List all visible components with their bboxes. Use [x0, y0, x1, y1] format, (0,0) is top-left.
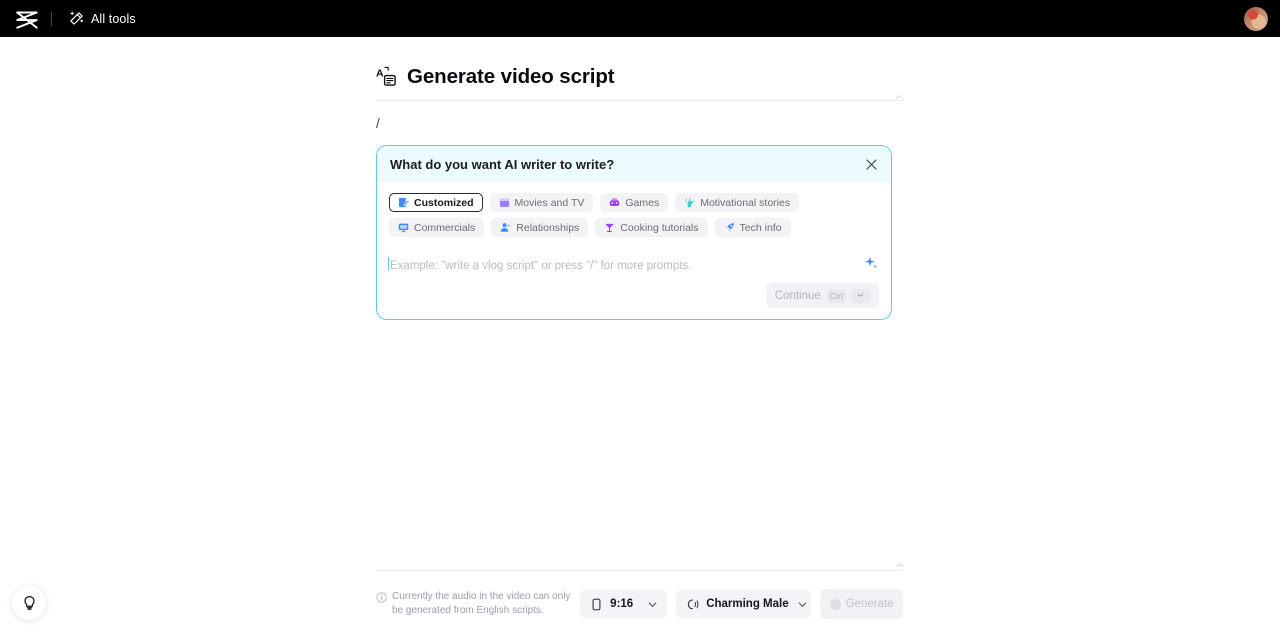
generate-label: Generate	[845, 598, 894, 610]
editor-typed-text[interactable]: /	[376, 115, 380, 133]
generate-button[interactable]: Generate	[820, 589, 903, 619]
english-audio-notice: Currently the audio in the video can onl…	[376, 590, 571, 618]
avatar[interactable]	[1244, 6, 1268, 31]
footer-divider	[376, 570, 903, 571]
chip-movies-and-tv[interactable]: Movies and TV	[489, 193, 594, 212]
chip-label: Customized	[414, 196, 474, 209]
voice-wave-icon	[686, 598, 699, 611]
gamepad-icon	[609, 197, 620, 208]
continue-button[interactable]: Continue Ctrl ↵	[765, 283, 879, 308]
phone-portrait-icon	[590, 598, 603, 611]
top-bar: All tools	[0, 0, 1280, 37]
page-title-text: Generate video script	[407, 64, 615, 88]
person-icon	[500, 222, 511, 233]
prompt-input-row: Example: "write a vlog script" or press …	[377, 247, 891, 274]
lightbulb-icon	[21, 595, 38, 612]
all-tools-button[interactable]: All tools	[69, 11, 136, 26]
topbar-divider	[51, 11, 52, 26]
capcut-logo-icon[interactable]	[14, 6, 40, 32]
rocket-icon	[724, 222, 735, 233]
chip-relationships[interactable]: Relationships	[491, 218, 589, 237]
edit-document-icon	[398, 197, 409, 208]
voice-select[interactable]: Charming Male	[676, 589, 812, 619]
footer-resize-marker	[895, 562, 904, 571]
prompt-panel-heading: What do you want AI writer to write?	[390, 156, 615, 172]
footer-bar: Currently the audio in the video can onl…	[376, 582, 903, 626]
text-caret	[388, 257, 389, 270]
chip-cooking-tutorials[interactable]: Cooking tutorials	[595, 218, 708, 237]
editor-top-divider	[376, 100, 903, 101]
tips-floating-button[interactable]	[12, 586, 46, 620]
page-title: A Generate video script	[376, 37, 903, 100]
chip-label: Cooking tutorials	[620, 221, 699, 234]
chip-label: Commercials	[414, 221, 476, 234]
prompt-input[interactable]: Example: "write a vlog script" or press …	[388, 256, 856, 274]
chip-label: Relationships	[516, 221, 580, 234]
raised-hand-icon	[684, 197, 695, 208]
all-tools-label: All tools	[91, 11, 136, 26]
cocktail-glass-icon	[604, 222, 615, 233]
main-content: A Generate video script / What do you wa…	[376, 37, 904, 632]
info-circle-icon	[376, 590, 387, 603]
key-enter: ↵	[852, 288, 870, 303]
monitor-icon	[398, 222, 409, 233]
notice-text: Currently the audio in the video can onl…	[392, 591, 571, 616]
chip-commercials[interactable]: Commercials	[389, 218, 485, 237]
chevron-down-icon	[797, 599, 808, 610]
credit-coin-icon	[829, 598, 841, 610]
ai-sparkle-icon[interactable]	[864, 256, 878, 270]
chip-label: Tech info	[739, 221, 782, 234]
prompt-panel: What do you want AI writer to write? Cus…	[376, 145, 892, 320]
aspect-ratio-select[interactable]: 9:16	[580, 589, 668, 619]
clapperboard-icon	[499, 197, 510, 208]
chevron-down-icon	[647, 599, 658, 610]
chip-customized[interactable]: Customized	[389, 193, 483, 212]
chip-tech-info[interactable]: Tech info	[714, 218, 791, 237]
aspect-ratio-value: 9:16	[610, 598, 634, 610]
prompt-panel-header: What do you want AI writer to write?	[377, 146, 891, 182]
continue-label: Continue	[774, 289, 821, 302]
chip-label: Motivational stories	[700, 196, 791, 209]
magic-wand-icon	[69, 11, 84, 26]
svg-text:A: A	[376, 68, 384, 80]
key-ctrl: Ctrl	[826, 288, 846, 303]
script-text-icon: A	[376, 66, 397, 87]
chip-games[interactable]: Games	[600, 193, 669, 212]
chip-label: Games	[625, 196, 660, 209]
chip-label: Movies and TV	[514, 196, 585, 209]
close-icon[interactable]	[862, 155, 880, 173]
prompt-panel-actions: Continue Ctrl ↵	[377, 274, 891, 319]
chip-motivational-stories[interactable]: Motivational stories	[675, 193, 800, 212]
prompt-category-chips: Customized Movies and TV Games Motivatio…	[377, 182, 891, 247]
prompt-input-placeholder: Example: "write a vlog script" or press …	[390, 260, 692, 272]
voice-value: Charming Male	[706, 598, 789, 610]
